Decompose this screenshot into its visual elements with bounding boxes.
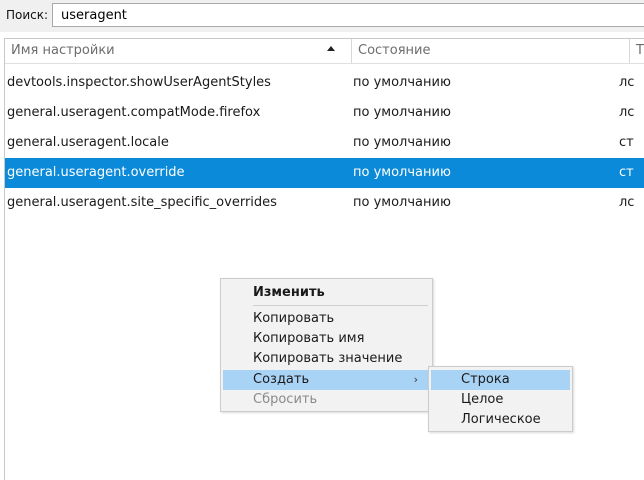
pref-type: лс [619, 75, 635, 90]
menu-separator [253, 305, 428, 306]
column-header-type[interactable]: Т [629, 39, 644, 63]
menu-item-reset-label: Сбросить [253, 392, 318, 407]
pref-name: general.useragent.compatMode.firefox [7, 105, 261, 120]
menu-item-copy-name-label: Копировать имя [253, 331, 365, 346]
menu-item-copy-name[interactable]: Копировать имя [223, 329, 430, 349]
submenu-item-integer-label: Целое [461, 392, 504, 407]
table-row-selected[interactable]: general.useragent.override по умолчанию … [5, 158, 644, 188]
pref-name: general.useragent.locale [7, 135, 169, 150]
submenu-arrow-icon: › [413, 373, 418, 386]
menu-item-copy-value-label: Копировать значение [253, 351, 403, 366]
search-bar: Поиск: [0, 0, 644, 32]
pref-name: general.useragent.site_specific_override… [7, 195, 277, 210]
menu-item-copy[interactable]: Копировать [223, 309, 430, 329]
table-header: Имя настройки Состояние Т [5, 39, 644, 64]
search-label: Поиск: [6, 8, 49, 22]
table-row[interactable]: general.useragent.compatMode.firefox по … [5, 98, 644, 128]
menu-item-reset[interactable]: Сбросить [223, 390, 430, 410]
submenu-item-string-label: Строка [461, 372, 510, 387]
search-input[interactable] [52, 3, 644, 27]
submenu-item-integer[interactable]: Целое [431, 390, 570, 410]
column-header-status[interactable]: Состояние [351, 39, 621, 63]
sort-ascending-icon [327, 46, 335, 51]
pref-name: general.useragent.override [7, 165, 185, 180]
submenu-item-boolean-label: Логическое [461, 412, 541, 427]
pref-status: по умолчанию [353, 135, 451, 150]
pref-name: devtools.inspector.showUserAgentStyles [7, 75, 271, 90]
pref-status: по умолчанию [353, 195, 451, 210]
submenu-item-boolean[interactable]: Логическое [431, 410, 570, 430]
menu-item-edit[interactable]: Изменить [223, 283, 430, 303]
about-config-window: Поиск: Имя настройки Состояние Т devtool… [0, 0, 644, 480]
pref-status: по умолчанию [353, 165, 451, 180]
pref-type: ст [619, 135, 634, 150]
pref-type: лс [619, 195, 635, 210]
pref-status: по умолчанию [353, 75, 451, 90]
menu-item-edit-label: Изменить [253, 285, 325, 300]
context-menu: Изменить Копировать Копировать имя Копир… [220, 278, 433, 412]
table-row[interactable]: devtools.inspector.showUserAgentStyles п… [5, 68, 644, 98]
column-header-status-label: Состояние [358, 43, 431, 58]
submenu-item-string[interactable]: Строка [431, 370, 570, 390]
menu-item-copy-label: Копировать [253, 311, 335, 326]
pref-type: лс [619, 105, 635, 120]
menu-item-new-label: Создать [253, 372, 310, 387]
new-submenu: Строка Целое Логическое [428, 366, 573, 432]
menu-item-new[interactable]: Создать › [223, 370, 430, 390]
pref-status: по умолчанию [353, 105, 451, 120]
table-row[interactable]: general.useragent.locale по умолчанию ст [5, 128, 644, 158]
menu-item-copy-value[interactable]: Копировать значение [223, 349, 430, 369]
pref-type: ст [619, 165, 634, 180]
column-header-name-label: Имя настройки [11, 43, 115, 58]
table-row[interactable]: general.useragent.site_specific_override… [5, 188, 644, 218]
column-header-type-label: Т [636, 43, 644, 58]
column-header-name[interactable]: Имя настройки [5, 39, 351, 63]
